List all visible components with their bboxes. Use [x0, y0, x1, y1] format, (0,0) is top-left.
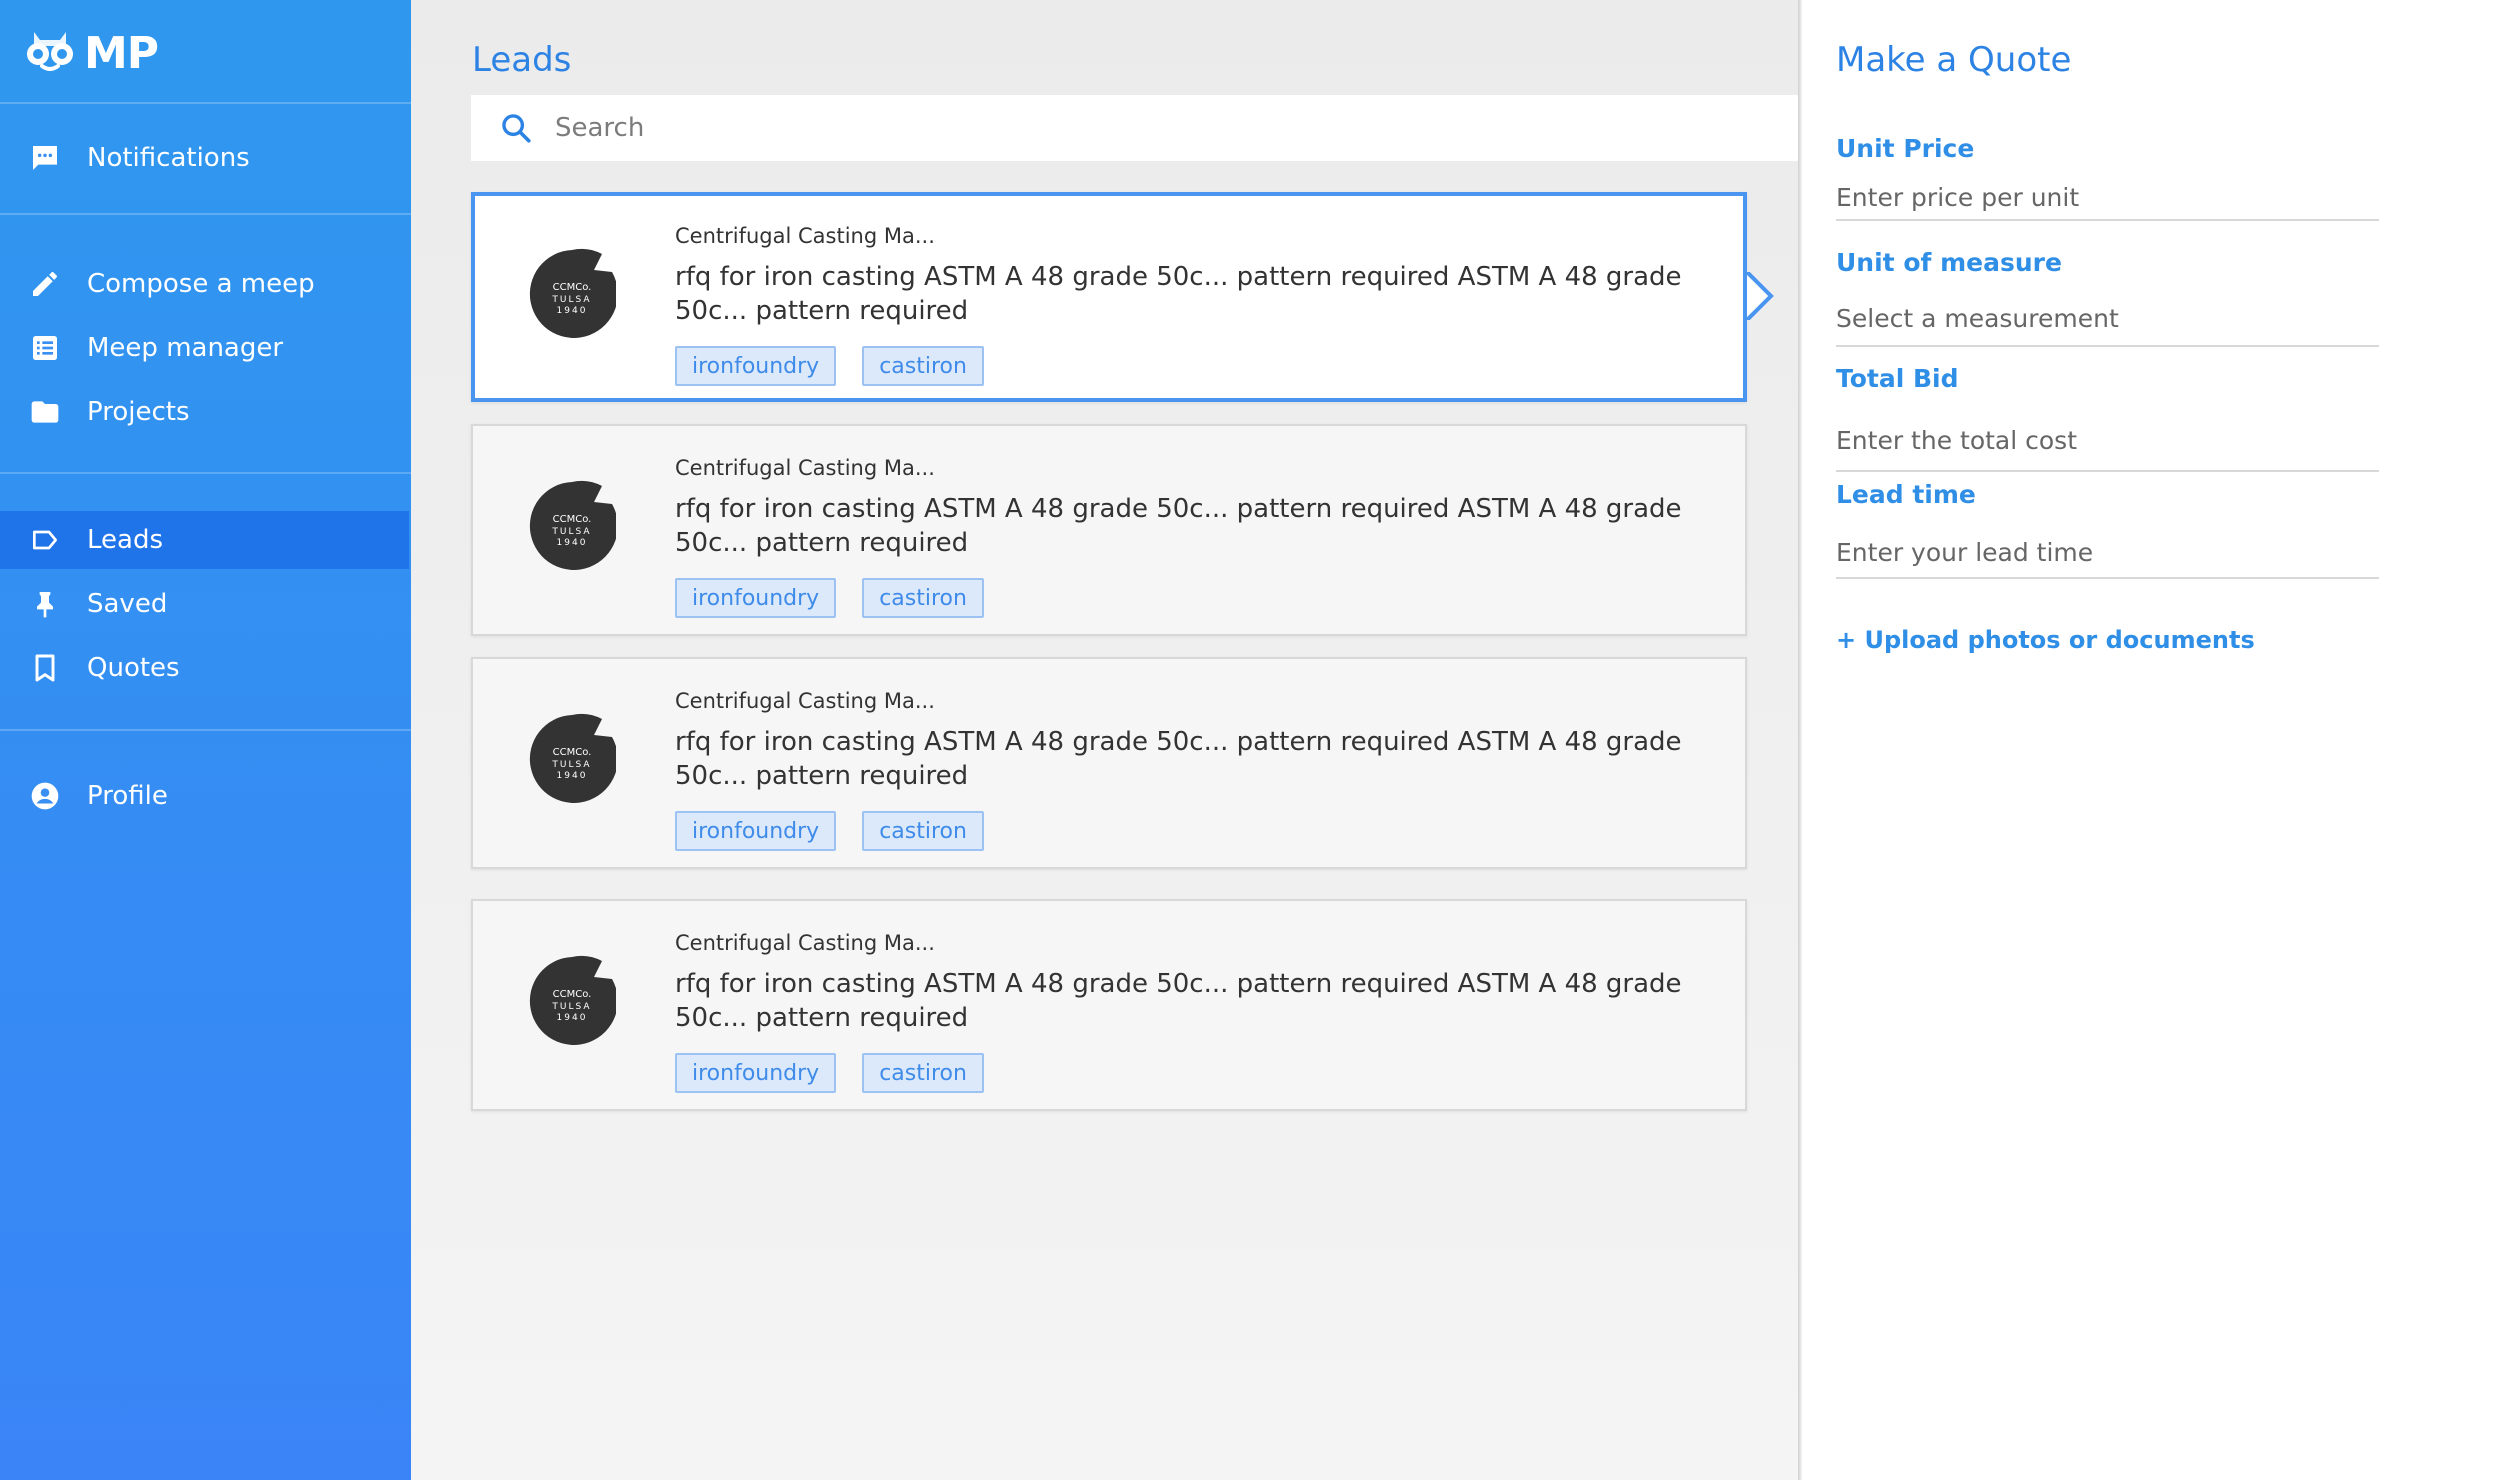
sidebar-item-label: Meep manager	[87, 333, 284, 363]
company-name: Centrifugal Casting Ma...	[675, 689, 935, 713]
tag[interactable]: ironfoundry	[675, 346, 837, 386]
company-avatar: CCMCo. TULSA 1940	[529, 955, 616, 1045]
sidebar-item-label: Leads	[87, 525, 164, 555]
total-bid-field[interactable]	[1836, 410, 2379, 472]
tag[interactable]: ironfoundry	[675, 578, 837, 618]
sidebar-item-label: Saved	[87, 589, 168, 619]
sidebar: MP Notifications Compose a meep Meep man…	[0, 0, 411, 1480]
sidebar-item-quotes[interactable]: Quotes	[0, 639, 409, 697]
app-logo[interactable]: MP	[22, 27, 159, 79]
label-tag-icon	[29, 524, 61, 556]
unit-price-field[interactable]	[1836, 175, 2379, 221]
owl-logo-icon	[27, 32, 73, 71]
company-avatar: CCMCo. TULSA 1940	[529, 248, 616, 338]
sidebar-item-profile[interactable]: Profile	[0, 767, 409, 825]
company-name: Centrifugal Casting Ma...	[675, 931, 935, 955]
lead-description: rfq for iron casting ASTM A 48 grade 50c…	[675, 262, 1682, 326]
tag-list: ironfoundry castiron	[675, 346, 984, 386]
svg-text:CCMCo.: CCMCo.	[553, 282, 592, 293]
lead-card[interactable]: CCMCo. TULSA 1940 Centrifugal Casting Ma…	[471, 899, 1747, 1111]
tag[interactable]: castiron	[862, 1053, 984, 1093]
sidebar-item-label: Profile	[87, 781, 168, 811]
lead-card-selected[interactable]: CCMCo. TULSA 1940 Centrifugal Casting Ma…	[471, 192, 1774, 402]
quote-title: Make a Quote	[1836, 40, 2072, 80]
search-input[interactable]	[553, 112, 1757, 144]
company-avatar: CCMCo. TULSA 1940	[529, 713, 616, 803]
sidebar-divider	[0, 102, 411, 104]
svg-text:TULSA: TULSA	[551, 1002, 591, 1012]
tag[interactable]: castiron	[862, 578, 984, 618]
lead-description: rfq for iron casting ASTM A 48 grade 50c…	[675, 727, 1682, 791]
logo-text: MP	[84, 27, 159, 79]
company-avatar: CCMCo. TULSA 1940	[529, 480, 616, 570]
tag[interactable]: castiron	[862, 811, 984, 851]
unit-of-measure-select[interactable]	[1836, 291, 2379, 347]
sidebar-item-leads[interactable]: Leads	[0, 511, 409, 569]
list-icon	[29, 332, 61, 364]
upload-documents-link[interactable]: + Upload photos or documents	[1836, 626, 2255, 654]
sidebar-item-notifications[interactable]: Notifications	[0, 129, 409, 187]
chat-bubble-icon	[29, 142, 61, 174]
folder-icon	[29, 396, 61, 428]
svg-text:CCMCo.: CCMCo.	[553, 514, 592, 525]
search-bar[interactable]	[471, 95, 1811, 161]
tag-list: ironfoundry castiron	[675, 578, 984, 618]
svg-text:CCMCo.: CCMCo.	[553, 989, 592, 1000]
pencil-icon	[29, 268, 61, 300]
sidebar-item-projects[interactable]: Projects	[0, 383, 409, 441]
svg-text:TULSA: TULSA	[551, 760, 591, 770]
tag[interactable]: ironfoundry	[675, 811, 837, 851]
search-icon	[499, 111, 533, 145]
tag[interactable]: ironfoundry	[675, 1053, 837, 1093]
sidebar-item-label: Notifications	[87, 143, 250, 173]
page-title: Leads	[472, 40, 572, 80]
unit-of-measure-label: Unit of measure	[1836, 248, 2062, 277]
sidebar-item-label: Compose a meep	[87, 269, 315, 299]
svg-text:CCMCo.: CCMCo.	[553, 747, 592, 758]
svg-text:TULSA: TULSA	[551, 527, 591, 537]
company-name: Centrifugal Casting Ma...	[675, 224, 935, 248]
leads-panel: Leads CCMCo. TULSA 1940 Centrifugal Cast…	[411, 0, 1811, 1480]
lead-time-label: Lead time	[1836, 480, 1976, 509]
sidebar-divider	[0, 213, 411, 215]
lead-description: rfq for iron casting ASTM A 48 grade 50c…	[675, 969, 1682, 1033]
account-circle-icon	[29, 780, 61, 812]
selection-pointer-icon	[1747, 272, 1774, 320]
svg-text:1940: 1940	[557, 771, 588, 781]
sidebar-item-label: Quotes	[87, 653, 180, 683]
company-name: Centrifugal Casting Ma...	[675, 456, 935, 480]
svg-text:TULSA: TULSA	[551, 295, 591, 305]
lead-card[interactable]: CCMCo. TULSA 1940 Centrifugal Casting Ma…	[471, 657, 1747, 869]
tag[interactable]: castiron	[862, 346, 984, 386]
sidebar-item-meep-manager[interactable]: Meep manager	[0, 319, 409, 377]
sidebar-item-compose[interactable]: Compose a meep	[0, 255, 409, 313]
quote-panel: Make a Quote Unit Price Unit of measure …	[1802, 0, 2500, 1480]
sidebar-divider	[0, 729, 411, 731]
pin-icon	[29, 588, 61, 620]
svg-text:1940: 1940	[557, 306, 588, 316]
lead-card[interactable]: CCMCo. TULSA 1940 Centrifugal Casting Ma…	[471, 424, 1747, 636]
sidebar-divider	[0, 472, 411, 474]
svg-text:1940: 1940	[557, 1013, 588, 1023]
sidebar-item-saved[interactable]: Saved	[0, 575, 409, 633]
lead-time-field[interactable]	[1836, 527, 2379, 579]
lead-description: rfq for iron casting ASTM A 48 grade 50c…	[675, 494, 1682, 558]
bookmark-icon	[29, 652, 61, 684]
total-bid-label: Total Bid	[1836, 364, 1959, 393]
unit-price-label: Unit Price	[1836, 134, 1975, 163]
svg-text:1940: 1940	[557, 538, 588, 548]
sidebar-item-label: Projects	[87, 397, 190, 427]
tag-list: ironfoundry castiron	[675, 1053, 984, 1093]
tag-list: ironfoundry castiron	[675, 811, 984, 851]
